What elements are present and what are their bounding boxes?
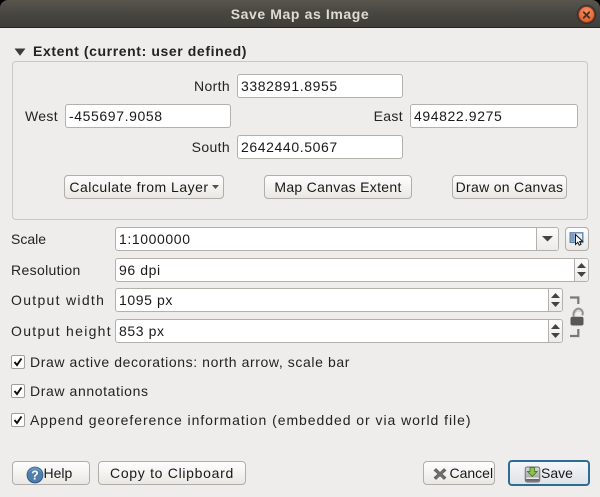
- svg-text:?: ?: [31, 468, 39, 482]
